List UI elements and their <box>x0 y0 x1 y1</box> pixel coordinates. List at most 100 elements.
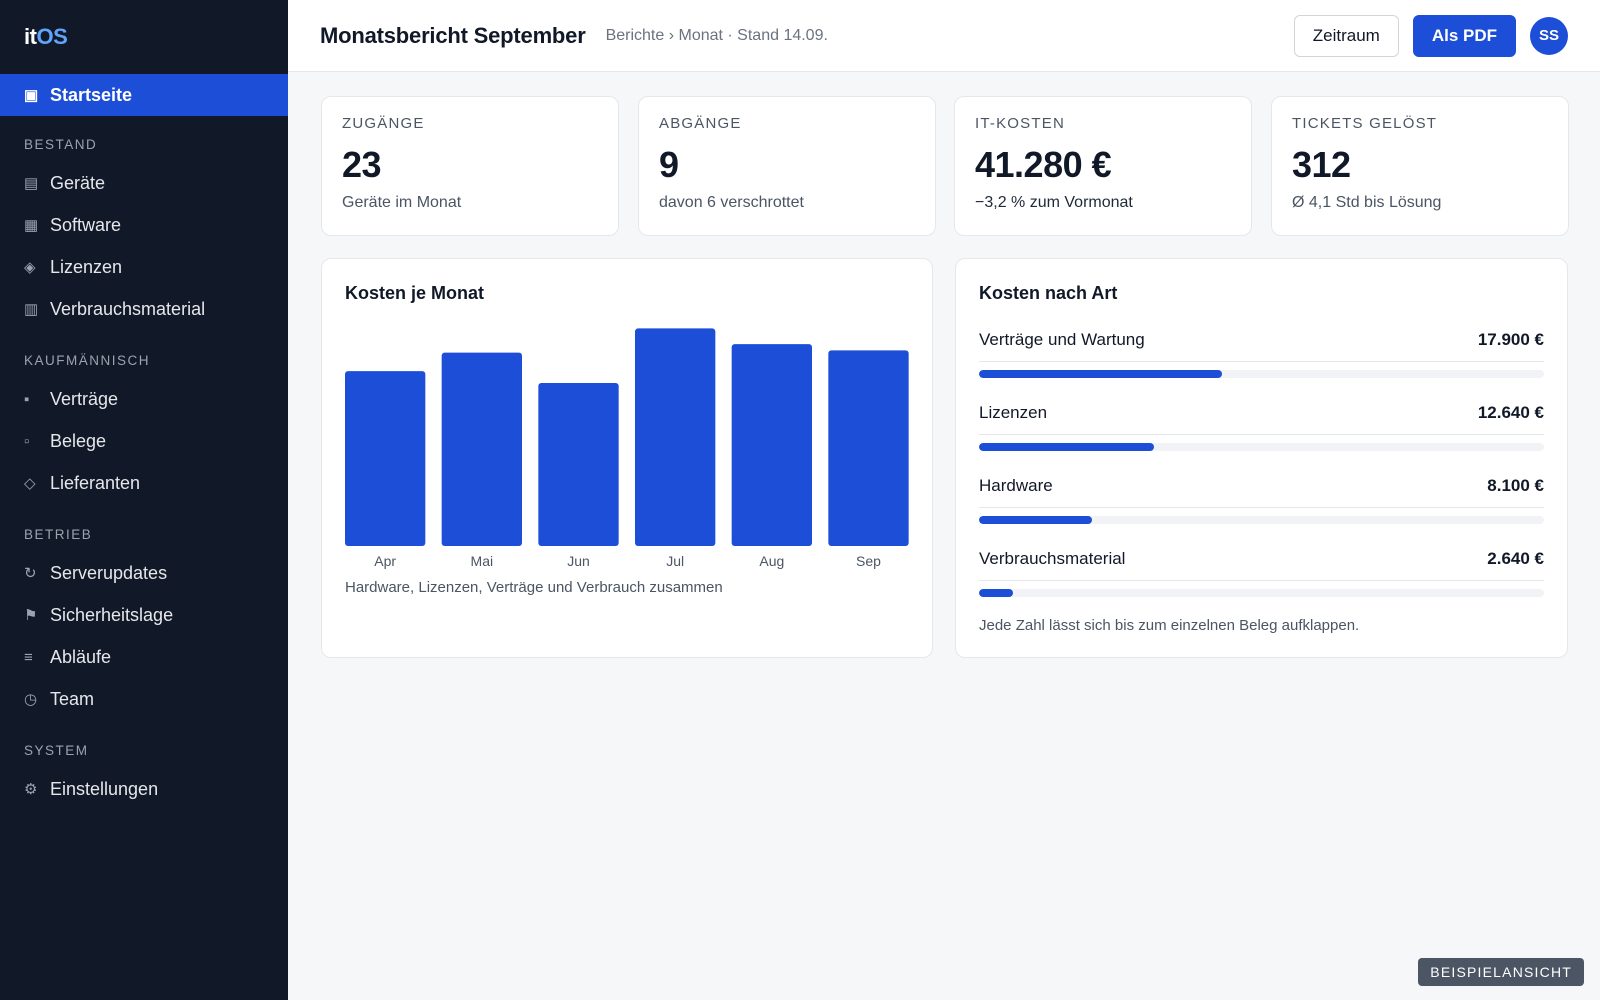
cost-label: Verbrauchsmaterial <box>979 549 1126 568</box>
supplier-icon: ◇ <box>24 475 36 492</box>
cost-share-bar <box>979 443 1544 451</box>
x-tick-label: Apr <box>374 553 396 569</box>
avatar[interactable]: SS <box>1530 16 1568 55</box>
software-icon: ▦ <box>24 217 39 234</box>
sidebar-item-verbrauchsmaterial[interactable]: ▥ Verbrauchsmaterial <box>0 288 288 330</box>
cost-share-bar <box>979 370 1544 378</box>
cost-item[interactable]: Verbrauchsmaterial 2.640 € <box>979 548 1544 621</box>
header-actions: Zeitraum Als PDF SS <box>1293 14 1568 57</box>
cost-label: Lizenzen <box>979 403 1048 422</box>
cost-value: 2.640 € <box>1487 549 1544 568</box>
cost-label: Verträge und Wartung <box>979 330 1145 349</box>
x-tick-label: Aug <box>759 553 784 569</box>
divider <box>979 361 1544 362</box>
list-icon: ≡ <box>24 648 33 666</box>
sidebar-item-ablaeufe[interactable]: ≡ Abläufe <box>0 636 288 678</box>
cost-row: Hardware 8.100 € <box>979 475 1544 497</box>
sidebar-item-label: Software <box>50 214 122 235</box>
sidebar-item-lizenzen[interactable]: ◈ Lizenzen <box>0 246 288 288</box>
monthly-cost-chart: Apr Mai Jun Jul Aug Sep <box>345 328 909 569</box>
license-icon: ◈ <box>24 259 36 276</box>
kpi-card-tickets[interactable]: TICKETS GELÖST 312 Ø 4,1 Std bis Lösung <box>1271 96 1569 236</box>
cost-share-fill <box>979 516 1092 524</box>
sidebar-item-einstellungen[interactable]: ⚙ Einstellungen <box>0 768 288 810</box>
chart-caption: Hardware, Lizenzen, Verträge und Verbrau… <box>345 579 723 596</box>
x-tick-label: Jul <box>666 553 684 569</box>
sidebar-item-label: Belege <box>50 430 107 451</box>
cost-label: Hardware <box>979 476 1053 495</box>
costs-panel-title: Kosten nach Art <box>979 283 1118 303</box>
x-tick-label: Sep <box>856 553 881 569</box>
refresh-icon: ↻ <box>24 565 37 582</box>
sidebar-item-label: Serverupdates <box>50 562 168 583</box>
cost-value: 17.900 € <box>1477 330 1544 349</box>
sidebar-item-software[interactable]: ▦ Software <box>0 204 288 246</box>
chart-bar-aug[interactable] <box>731 344 812 546</box>
cost-share-bar <box>979 516 1544 524</box>
cost-row: Lizenzen 12.640 € <box>979 402 1544 424</box>
export-pdf-button[interactable]: Als PDF <box>1412 14 1516 57</box>
chart-panel: Kosten je Monat Apr Mai Jun Jul Aug Sep Hardw… <box>321 258 933 658</box>
logo-text-os: OS <box>36 24 68 49</box>
costs-note: Jede Zahl lässt sich bis zum einzelnen B… <box>979 617 1360 634</box>
sidebar-item-belege[interactable]: ▫ Belege <box>0 420 288 462</box>
chart-bar-jun[interactable] <box>538 382 619 546</box>
x-tick-label: Jun <box>567 553 590 569</box>
kpi-value: 23 <box>342 144 382 185</box>
cost-row: Verträge und Wartung 17.900 € <box>979 329 1544 351</box>
sidebar-item-serverupdates[interactable]: ↻ Serverupdates <box>0 552 288 594</box>
devices-icon: ▤ <box>24 175 39 192</box>
kpi-label: ABGÄNGE <box>659 115 742 132</box>
kpi-subtext: davon 6 verschrottet <box>659 194 804 211</box>
app-logo[interactable]: itOS <box>0 0 288 74</box>
sidebar-item-team[interactable]: ◷ Team <box>0 678 288 720</box>
chart-bar-apr[interactable] <box>345 371 426 546</box>
period-button[interactable]: Zeitraum <box>1293 14 1399 57</box>
contract-icon: ▪ <box>24 390 30 408</box>
logo-text-it: it <box>24 24 37 49</box>
kpi-card-abgaenge[interactable]: ABGÄNGE 9 davon 6 verschrottet <box>638 96 936 236</box>
sidebar-item-label: Startseite <box>50 84 133 105</box>
cost-item[interactable]: Verträge und Wartung 17.900 € <box>979 329 1544 402</box>
cost-value: 12.640 € <box>1477 403 1544 422</box>
kpi-label: TICKETS GELÖST <box>1292 115 1438 132</box>
breadcrumb: Berichte › Monat · Stand 14.09. <box>605 26 828 44</box>
flag-icon: ⚑ <box>24 607 38 624</box>
cost-share-bar <box>979 589 1544 597</box>
cost-value: 8.100 € <box>1487 476 1544 495</box>
kpi-subtext: −3,2 % zum Vormonat <box>975 194 1133 211</box>
page-header: Monatsbericht September Berichte › Monat… <box>288 0 1600 72</box>
divider <box>979 580 1544 581</box>
sidebar-item-geraete[interactable]: ▤ Geräte <box>0 162 288 204</box>
sidebar: itOS ▣ Startseite BESTAND ▤ Geräte ▦ Sof… <box>0 0 288 1000</box>
kpi-label: IT-KOSTEN <box>975 115 1065 132</box>
sidebar-item-label: Team <box>50 688 95 709</box>
sidebar-section-title: BESTAND <box>24 137 98 152</box>
sidebar-item-label: Sicherheitslage <box>50 604 174 625</box>
sidebar-item-lieferanten[interactable]: ◇ Lieferanten <box>0 462 288 504</box>
kpi-value: 312 <box>1292 144 1351 185</box>
sidebar-section-title: SYSTEM <box>24 743 89 758</box>
cost-item[interactable]: Lizenzen 12.640 € <box>979 402 1544 475</box>
x-tick-label: Mai <box>471 553 494 569</box>
chart-bar-mai[interactable] <box>441 352 522 546</box>
sidebar-item-label: Verbrauchsmaterial <box>50 298 206 319</box>
sidebar-item-sicherheitslage[interactable]: ⚑ Sicherheitslage <box>0 594 288 636</box>
cost-share-fill <box>979 370 1222 378</box>
cost-share-fill <box>979 589 1013 597</box>
kpi-card-it-kosten[interactable]: IT-KOSTEN 41.280 € −3,2 % zum Vormonat <box>954 96 1252 236</box>
sidebar-section-title: BETRIEB <box>24 527 93 542</box>
sidebar-item-startseite[interactable]: ▣ Startseite <box>0 74 288 116</box>
kpi-value: 41.280 € <box>975 144 1112 185</box>
dashboard-icon: ▣ <box>24 87 39 104</box>
kpi-subtext: Ø 4,1 Std bis Lösung <box>1292 194 1442 211</box>
sidebar-item-label: Lizenzen <box>50 256 123 277</box>
chart-bar-jul[interactable] <box>635 328 716 546</box>
kpi-card-zugaenge[interactable]: ZUGÄNGE 23 Geräte im Monat <box>321 96 619 236</box>
chart-bar-sep[interactable] <box>828 350 909 546</box>
costs-panel: Kosten nach Art Verträge und Wartung 17.9… <box>955 258 1568 658</box>
sidebar-item-vertraege[interactable]: ▪ Verträge <box>0 378 288 420</box>
divider <box>979 507 1544 508</box>
cost-item[interactable]: Hardware 8.100 € <box>979 475 1544 548</box>
sidebar-item-label: Verträge <box>50 388 119 409</box>
